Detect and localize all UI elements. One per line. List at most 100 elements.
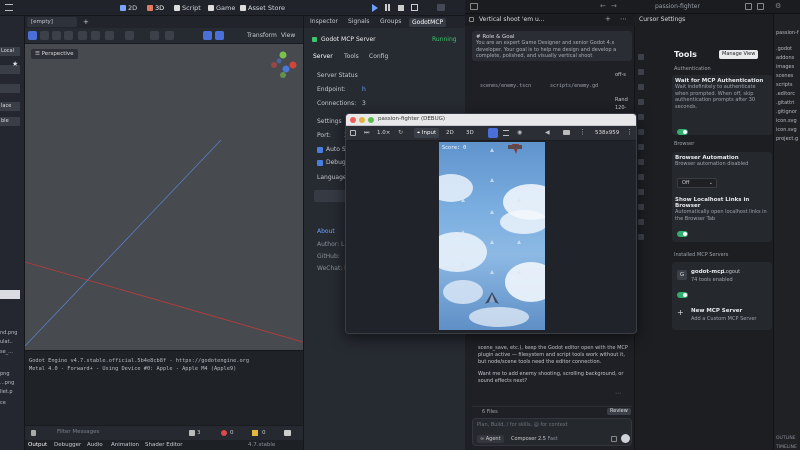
mode-2d-button[interactable]: 2D [446,130,454,136]
browser-select[interactable]: Off ⌄ [677,178,717,188]
game-canvas[interactable]: Score: 0 [439,142,545,330]
layout-icon[interactable] [745,3,752,10]
tree-root[interactable]: passion-f [776,30,799,36]
review-button[interactable]: Review [607,408,631,415]
agent-mode-selector[interactable]: ∞ Agent [477,435,504,443]
sidebar-icon[interactable] [638,129,644,135]
workspace-script[interactable]: Script [174,3,201,13]
snap-icon[interactable] [165,31,174,40]
tree-item[interactable]: .gitignor [776,109,797,115]
alert-icon[interactable] [252,430,258,436]
add-server-icon[interactable]: + [677,308,684,317]
tree-item[interactable]: addons [776,55,794,61]
close-button[interactable] [350,117,356,123]
chat-more-icon[interactable]: ⋯ [620,15,627,23]
filter-input[interactable]: Filter Messages [57,429,185,438]
view-menu[interactable]: View [281,32,295,39]
maximize-button[interactable] [368,117,374,123]
sidebar-icon[interactable] [638,204,644,210]
model-selector[interactable]: Composer 2.5 Fast [511,436,558,442]
send-button[interactable] [621,434,630,443]
changed-files-bar[interactable]: 6 Files Review [472,406,632,416]
tab-audio[interactable]: Audio [87,442,103,448]
new-chat-icon[interactable]: + [605,15,611,23]
auto-start-checkbox[interactable] [317,147,323,153]
dock-item-lace[interactable]: lace [0,102,20,111]
dock-item-ble[interactable]: ble [0,117,20,126]
dock-item-3[interactable] [0,84,20,93]
options-icon[interactable]: ⋮ [626,128,633,136]
sidebar-icon[interactable] [638,144,644,150]
restart-button[interactable] [314,190,346,202]
message-actions-icon[interactable]: ⋯ [615,390,621,397]
sidebar-toggle-icon[interactable] [470,3,478,10]
sidebar-icon[interactable] [638,54,644,60]
outline-section[interactable]: OUTLINE [776,436,796,441]
tree-item[interactable]: .gitattri [776,100,795,106]
speaker-icon[interactable]: ◀ [545,129,550,136]
move-tool-icon[interactable] [40,31,49,40]
debug-title-bar[interactable]: passion-fighter (DEBUG) [346,114,636,126]
manage-view-button[interactable]: Manage View [719,50,759,59]
sidebar-icon[interactable] [638,189,644,195]
select-tool-icon[interactable] [28,31,37,40]
nav-back-icon[interactable]: ← [600,2,606,10]
list-icon[interactable] [503,130,509,136]
sidebar-icon[interactable] [638,69,644,75]
file-item[interactable]: png [0,371,10,377]
selectable-tool-icon[interactable] [78,31,87,40]
menu-dots-icon[interactable]: ⋮ [579,128,586,136]
transform-menu[interactable]: Transform [247,32,277,39]
tab-godotmcp[interactable]: GodotMCP [409,18,447,27]
tab-shader-editor[interactable]: Shader Editor [145,442,183,448]
mode-3d-button[interactable]: 3D [466,130,474,136]
code-chip[interactable]: scenes/enemy.tscn [480,83,531,89]
tree-item[interactable]: icon.svg [776,127,797,133]
debug-checkbox[interactable] [317,160,323,166]
sidebar-icon[interactable] [638,159,644,165]
sun-icon[interactable] [203,31,212,40]
speed-selector[interactable]: 1.0× [377,130,390,136]
image-attach-icon[interactable] [611,436,617,442]
subtab-config[interactable]: Config [369,53,388,60]
tree-item[interactable]: project.g [776,136,798,142]
server-toggle[interactable] [677,292,688,298]
dock-search-field[interactable] [0,290,20,299]
tree-item[interactable]: icon.svg [776,118,797,124]
select-cursor-icon[interactable] [488,128,498,138]
sidebar-icon[interactable] [638,114,644,120]
sidebar-icon[interactable] [638,174,644,180]
workspace-game[interactable]: Game [208,3,235,13]
movie-icon[interactable] [437,4,445,11]
star-icon[interactable]: ★ [12,60,18,68]
play-button[interactable] [372,4,378,12]
file-item[interactable]: ulat.. [0,339,13,345]
tree-item[interactable]: scenes [776,73,793,79]
tab-signals[interactable]: Signals [348,18,370,25]
perspective-button[interactable]: ☰ Perspective [31,49,78,59]
input-toggle[interactable]: ⌖ Input [414,128,440,138]
tree-item[interactable]: scripts [776,82,793,88]
embed-icon[interactable] [350,130,356,136]
3d-viewport[interactable]: ☰ Perspective [25,44,303,350]
tree-item[interactable]: .godot [776,46,792,52]
timeline-section[interactable]: TIMELINE [776,445,797,450]
tab-inspector[interactable]: Inspector [310,18,338,25]
new-server-title[interactable]: New MCP Server [691,308,742,314]
sidebar-icon[interactable] [638,219,644,225]
chat-input-placeholder[interactable]: Plan, Build, / for skills, @ for context [477,422,568,428]
nav-forward-icon[interactable]: → [611,2,617,10]
auth-toggle[interactable] [677,129,688,135]
trash-icon[interactable] [31,430,36,436]
sidebar-icon[interactable] [638,99,644,105]
message-icon[interactable] [284,430,291,436]
tree-item[interactable]: .editorc [776,91,795,97]
warning-icon[interactable] [221,430,227,436]
minimize-button[interactable] [359,117,365,123]
subtab-server[interactable]: Server [313,53,333,60]
subtab-tools[interactable]: Tools [344,53,359,60]
chat-input-box[interactable]: Plan, Build, / for skills, @ for context… [472,418,632,446]
frame-step-icon[interactable]: ⏭ [364,129,369,137]
lock-icon[interactable] [91,31,100,40]
localhost-toggle[interactable] [677,231,688,237]
